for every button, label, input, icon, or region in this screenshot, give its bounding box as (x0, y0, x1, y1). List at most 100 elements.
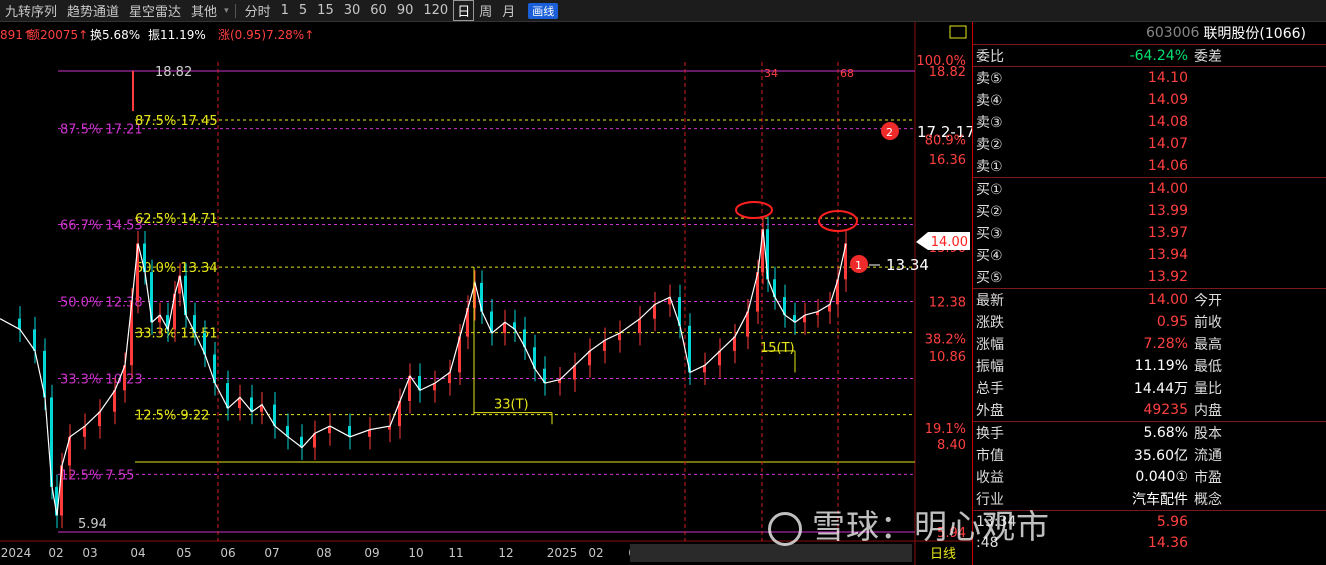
period-1[interactable]: 1 (276, 3, 294, 18)
divider (234, 3, 236, 18)
stats-row: 涨幅 7.28% 最高 (973, 333, 1326, 355)
period-60[interactable]: 60 (365, 3, 392, 18)
bids-label: 买② (976, 204, 1003, 220)
kline-chart-svg[interactable]: 891↑额20075↑ 换5.68% 振11.19% 涨(0.95)7.28%↑18.… (0, 22, 972, 565)
period-week[interactable]: 周 (474, 1, 497, 20)
xueqiu-logo-icon (768, 511, 802, 546)
x-axis-label: 03 (82, 546, 97, 560)
stats-row: 最新 14.00 今开 (973, 289, 1326, 311)
watermark: 雪球：明心观市 (768, 500, 1050, 548)
bids-value: 13.94 (1147, 247, 1188, 263)
stats-value: 11.19% (1134, 358, 1188, 374)
stats2-value: 5.68% (1143, 425, 1188, 441)
stats-label: 涨跌 (976, 315, 1004, 331)
quote-panel: 603006 联明股份(1066) 委比 -64.24% 委差 卖⑤ 14.10 卖… (972, 22, 1326, 565)
x-axis-label: 11 (448, 546, 463, 560)
bid-list: 买① 14.00 买② 13.99 买③ 13.97 买④ 13.94 买⑤ 13.92 (973, 177, 1326, 288)
stats-row: 总手 14.44万 量比 (973, 377, 1326, 399)
stats-value: 14.00 (1147, 292, 1188, 308)
stats2-row: 换手 5.68% 股本 (973, 422, 1326, 444)
bids-row: 买④ 13.94 (973, 244, 1326, 266)
stats2-label2: 概念 (1194, 492, 1222, 508)
info-turnover: 换5.68% (90, 28, 140, 42)
stats-label2: 最低 (1194, 359, 1222, 375)
period-90[interactable]: 90 (392, 3, 419, 18)
fib-yellow-label: 12.5% 9.22 (135, 409, 209, 424)
weibi-value: -64.24% (1129, 47, 1188, 64)
stats2-label2: 流通 (1194, 448, 1222, 464)
axis-label: 19.1% (925, 422, 966, 437)
marker-2-num: 2 (886, 126, 893, 139)
weicha-label: 委差 (1194, 48, 1222, 65)
stock-name: 联明股份(1066) (1203, 26, 1306, 42)
toolbar-item-trend[interactable]: 趋势通道 (62, 1, 124, 20)
stats-list: 最新 14.00 今开涨跌 0.95 前收涨幅 7.28% 最高振幅 11.19% 最低总手 14… (973, 288, 1326, 421)
x-axis-label: 02 (588, 546, 603, 560)
ask-list: 卖⑤ 14.10 卖④ 14.09 卖③ 14.08 卖② 14.07 卖① 14.06 (973, 66, 1326, 177)
toolbar-item-jiuzhuan[interactable]: 九转序列 (0, 1, 62, 20)
axis-label: 12.38 (929, 296, 966, 311)
draw-button[interactable]: 画线 (528, 2, 559, 19)
period-month[interactable]: 月 (497, 1, 520, 20)
period-label: 日线 (930, 547, 956, 562)
top-ellipse (735, 201, 773, 219)
marker-1-text: 13.34 (886, 256, 929, 274)
stats2-label2: 市盈 (1194, 470, 1222, 486)
x-axis-label: 06 (220, 546, 235, 560)
period-30[interactable]: 30 (339, 3, 366, 18)
asks-row: 卖④ 14.09 (973, 89, 1326, 111)
stats-value: 0.95 (1156, 314, 1188, 330)
fib-purple-label: 87.5% 17.21 (60, 123, 143, 138)
stats-label: 总手 (976, 381, 1004, 397)
stats-label2: 前收 (1194, 315, 1222, 331)
candle-body (638, 318, 641, 333)
stats-label2: 量比 (1194, 381, 1222, 397)
period-120[interactable]: 120 (418, 3, 453, 18)
asks-value: 14.06 (1147, 158, 1188, 174)
stats2-label: 市值 (976, 448, 1004, 464)
stats-label: 涨幅 (976, 337, 1004, 353)
stats-label2: 最高 (1194, 337, 1222, 353)
stats2-row: 市值 35.60亿 流通 (973, 444, 1326, 466)
top-ellipse (818, 210, 858, 232)
weibi-label: 委比 (976, 48, 1004, 65)
x-axis-label: 08 (316, 546, 331, 560)
marker-1-num: 1 (855, 259, 862, 272)
asks-label: 卖① (976, 159, 1003, 175)
stats-value: 14.44万 (1133, 381, 1188, 397)
toolbar-item-radar[interactable]: 星空雷达 (124, 1, 186, 20)
axis-label: 10.86 (929, 350, 966, 365)
period-timeshare[interactable]: 分时 (240, 1, 276, 20)
info-amount: 额20075↑ (28, 28, 88, 42)
axis-label: 80.9% (925, 134, 966, 149)
kline-chart[interactable]: 891↑ 额20075↑ 换5.68% 振11.19% 涨(0.95)7.28%↑ 18.… (0, 22, 972, 565)
stats2-label: 收益 (976, 470, 1004, 486)
price-tag-value: 14.00 (931, 235, 968, 250)
asks-label: 卖② (976, 137, 1003, 153)
x-axis-label: 12 (498, 546, 513, 560)
asks-label: 卖③ (976, 115, 1003, 131)
period-day[interactable]: 日 (453, 0, 475, 21)
bids-value: 13.92 (1147, 269, 1188, 285)
stats2-list: 换手 5.68% 股本 市值 35.60亿 流通 收益 0.040① 市盈 行业 汽车配件 概念 (973, 421, 1326, 510)
axis-label: 18.82 (929, 65, 966, 80)
period-5[interactable]: 5 (294, 3, 312, 18)
bids-label: 买④ (976, 248, 1003, 264)
bids-row: 买⑤ 13.92 (973, 266, 1326, 288)
stats-label: 振幅 (976, 359, 1004, 375)
x-axis-label: 2024 (1, 546, 32, 560)
toolbar-item-other[interactable]: 其他 (186, 1, 222, 20)
fib-purple-label: 33.3% 10.23 (60, 372, 143, 387)
bids-label: 买① (976, 182, 1003, 198)
cycle-label: 68 (840, 67, 854, 80)
stats-row: 外盘 49235 内盘 (973, 399, 1326, 421)
period-15[interactable]: 15 (312, 3, 339, 18)
fib-purple-label: 66.7% 14.53 (60, 219, 143, 234)
toolbar: 九转序列 趋势通道 星空雷达 其他 ▾ 分时 1 5 15 30 60 90 1… (0, 0, 1326, 22)
stats-row: 振幅 11.19% 最低 (973, 355, 1326, 377)
low-label: 5.94 (78, 517, 107, 532)
count-label: 33(T) (494, 398, 529, 413)
stats2-value: 0.040① (1135, 469, 1188, 485)
stats-label2: 内盘 (1194, 403, 1222, 419)
chevron-down-icon[interactable]: ▾ (222, 6, 231, 16)
